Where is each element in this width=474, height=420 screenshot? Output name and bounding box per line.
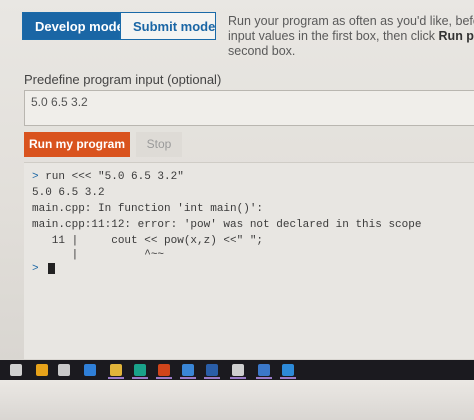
console-line-run-command: > run <<< "5.0 6.5 3.2" <box>32 171 184 183</box>
console-line-function: main.cpp: In function 'int main()': <box>32 203 264 215</box>
predefine-input-label: Predefine program input (optional) <box>24 72 222 87</box>
files-running-indicator <box>108 377 124 379</box>
app2-running-indicator <box>280 377 296 379</box>
instructions-text: Run your program as often as you'd like,… <box>228 14 474 59</box>
console-line-source: 11 | cout << pow(x,z) <<" "; <box>32 235 264 247</box>
instructions-run-program-emphasis: Run program <box>438 29 474 43</box>
zybooks-page: Develop mode Submit mode Run your progra… <box>0 0 474 360</box>
settings-running-indicator <box>230 377 246 379</box>
app-icon[interactable] <box>134 364 146 376</box>
office-running-indicator <box>156 377 172 379</box>
output-console: > run <<< "5.0 6.5 3.2" 5.0 6.5 3.2 main… <box>24 162 474 359</box>
stop-button[interactable]: Stop <box>136 132 182 157</box>
develop-mode-tab[interactable]: Develop mode <box>22 12 124 40</box>
run-program-button[interactable]: Run my program <box>24 132 130 157</box>
office-icon[interactable] <box>158 364 170 376</box>
instructions-line-1: Run your program as often as you'd like,… <box>228 14 474 28</box>
submit-mode-tab[interactable]: Submit mode <box>120 12 216 40</box>
app2-icon[interactable] <box>282 364 294 376</box>
console-input-prompt: > <box>32 263 39 275</box>
instructions-line-3: second box. <box>228 44 296 58</box>
store-icon[interactable] <box>58 364 70 376</box>
console-prompt-symbol: > <box>32 263 39 275</box>
windows-taskbar <box>0 360 474 380</box>
console-line-error: main.cpp:11:12: error: 'pow' was not dec… <box>32 219 422 231</box>
word-icon[interactable] <box>206 364 218 376</box>
word-running-indicator <box>204 377 220 379</box>
console-line-echo: 5.0 6.5 3.2 <box>32 187 105 199</box>
instructions-line-2: input values in the first box, then clic… <box>228 29 474 44</box>
task-view-icon[interactable] <box>10 364 22 376</box>
console-run-text: run <<< "5.0 6.5 3.2" <box>38 171 184 183</box>
edge-icon[interactable] <box>84 364 96 376</box>
console-prompt-icon: > <box>32 171 39 183</box>
program-input-field[interactable]: 5.0 6.5 3.2 <box>24 90 474 126</box>
program-input-value: 5.0 6.5 3.2 <box>31 95 88 109</box>
settings-icon[interactable] <box>232 364 244 376</box>
photos-running-indicator <box>256 377 272 379</box>
mail-running-indicator <box>180 377 196 379</box>
console-cursor <box>48 263 55 274</box>
console-line-caret: ^~~ <box>32 249 165 261</box>
photos-icon[interactable] <box>258 364 270 376</box>
chrome-icon[interactable] <box>36 364 48 376</box>
mail-icon[interactable] <box>182 364 194 376</box>
monitor-bezel <box>0 380 474 420</box>
files-icon[interactable] <box>110 364 122 376</box>
mode-tabs: Develop mode Submit mode <box>22 12 216 40</box>
app-running-indicator <box>132 377 148 379</box>
instructions-line-2-prefix: input values in the first box, then clic… <box>228 29 439 43</box>
